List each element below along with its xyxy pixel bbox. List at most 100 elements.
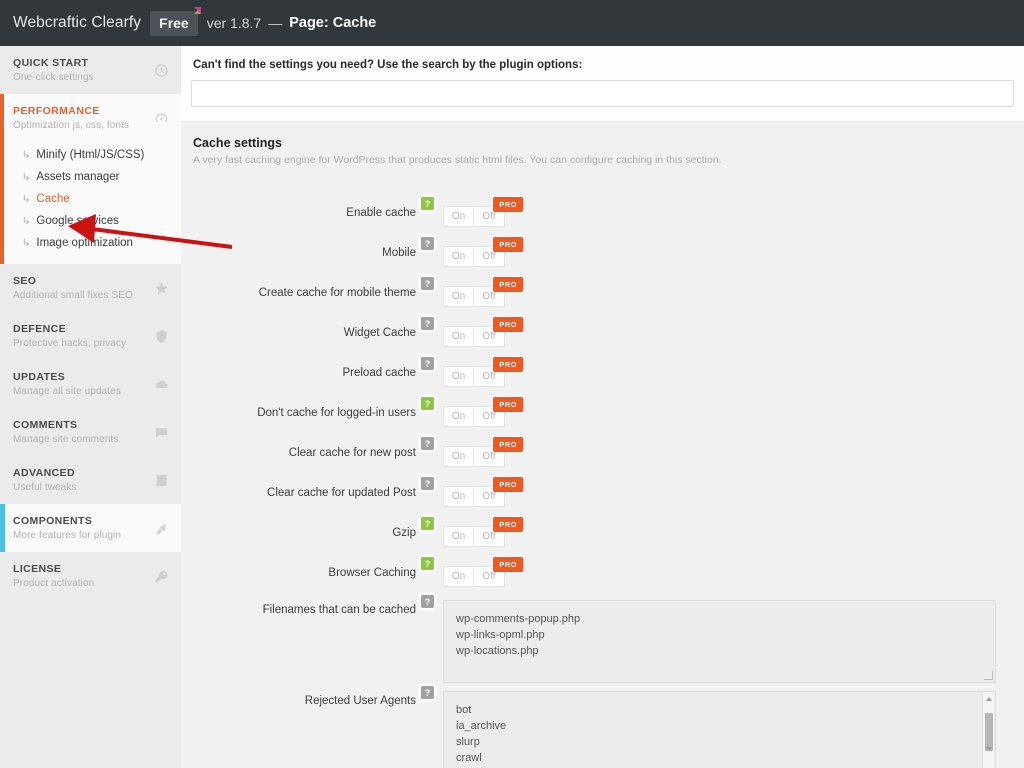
textarea-scrollbar[interactable] <box>982 693 994 768</box>
sidebar-item-subtitle: One-click settings <box>13 72 94 83</box>
setting-control: On Off PRO <box>443 477 523 507</box>
sidebar-item-image-optimization[interactable]: ↳ Image optimization <box>0 232 181 254</box>
scrollbar-thumb[interactable] <box>985 713 993 751</box>
help-icon[interactable]: ? <box>421 197 434 210</box>
pro-badge[interactable]: PRO <box>493 437 523 452</box>
help-icon[interactable]: ? <box>421 397 434 410</box>
help-icon[interactable]: ? <box>421 686 434 699</box>
toggle-on-option[interactable]: On <box>444 287 474 306</box>
setting-label: Rejected User Agents <box>304 695 416 707</box>
sidebar-item-title: QUICK START <box>13 57 89 69</box>
title-separator: — <box>268 15 283 31</box>
submenu-arrow-icon: ↳ <box>21 171 31 183</box>
sidebar-item-advanced[interactable]: ADVANCED Useful tweaks <box>0 456 181 504</box>
sidebar-item-subtitle: Protective hacks, privacy <box>13 338 127 349</box>
sidebar-item-subtitle: Manage site comments <box>13 434 119 445</box>
sidebar-item-defence[interactable]: DEFENCE Protective hacks, privacy <box>0 312 181 360</box>
sidebar-group-updates: UPDATES Manage all site updates <box>0 360 181 408</box>
pro-badge[interactable]: PRO <box>493 557 523 572</box>
pro-badge[interactable]: PRO <box>493 357 523 372</box>
plug-icon <box>153 520 169 536</box>
sidebar-item-components[interactable]: COMPONENTS More features for plugin <box>0 504 181 552</box>
scroll-down-arrow-icon[interactable] <box>986 747 992 751</box>
main-content: Can't find the settings you need? Use th… <box>181 46 1024 768</box>
textarea-line: ia_archive <box>456 720 507 732</box>
help-icon[interactable]: ? <box>421 237 434 250</box>
clock-icon <box>153 62 169 78</box>
list-icon <box>153 472 169 488</box>
pro-badge[interactable]: PRO <box>493 477 523 492</box>
sidebar-item-minify-html-js-css[interactable]: ↳ Minify (Html/JS/CSS) <box>0 144 181 166</box>
toggle-on-option[interactable]: On <box>444 367 474 386</box>
sidebar-item-title: ADVANCED <box>13 467 75 479</box>
toggle-on-option[interactable]: On <box>444 327 474 346</box>
sidebar-item-title: LICENSE <box>13 563 62 575</box>
sidebar-item-updates[interactable]: UPDATES Manage all site updates <box>0 360 181 408</box>
help-icon[interactable]: ? <box>421 517 434 530</box>
resize-handle-icon[interactable] <box>984 671 993 680</box>
sidebar-item-comments[interactable]: COMMENTS Manage site comments <box>0 408 181 456</box>
help-icon[interactable]: ? <box>421 557 434 570</box>
help-icon[interactable]: ? <box>421 595 434 608</box>
setting-row-enable-cache: Enable cache? On Off PRO <box>181 192 1024 232</box>
sidebar-group-advanced: ADVANCED Useful tweaks <box>0 456 181 504</box>
pro-badge[interactable]: PRO <box>493 237 523 252</box>
pro-badge[interactable]: PRO <box>493 197 523 212</box>
search-input[interactable] <box>191 80 1014 107</box>
sidebar-item-label: Minify (Html/JS/CSS) <box>36 149 145 161</box>
brand-title: Webcraftic Clearfy <box>13 14 142 31</box>
sidebar-item-seo[interactable]: SEO Additional small fixes SEO <box>0 264 181 312</box>
setting-row-filenames-that-can-be-cached: Filenames that can be cached? wp-comments… <box>181 592 1024 683</box>
textarea-line: crawl <box>456 752 482 764</box>
textarea-line: wp-links-opml.php <box>456 629 545 641</box>
sidebar-item-title: DEFENCE <box>13 323 66 335</box>
setting-control: On Off PRO <box>443 437 523 467</box>
sidebar-item-subtitle: Product activation <box>13 578 95 589</box>
sidebar-item-google-services[interactable]: ↳ Google services <box>0 210 181 232</box>
section-header: Cache settings A very fast caching engin… <box>181 122 1024 178</box>
sidebar-item-title: COMPONENTS <box>13 515 93 527</box>
section-title: Cache settings <box>193 136 282 150</box>
help-icon[interactable]: ? <box>421 357 434 370</box>
sidebar-item-subtitle: More features for plugin <box>13 530 122 541</box>
toggle-on-option[interactable]: On <box>444 447 474 466</box>
section-description: A very fast caching engine for WordPress… <box>193 154 722 166</box>
sidebar-item-license[interactable]: LICENSE Product activation <box>0 552 181 600</box>
sidebar-item-cache[interactable]: ↳ Cache <box>0 188 181 210</box>
sidebar-item-performance[interactable]: PERFORMANCE Optimization js, css, fonts <box>0 94 181 142</box>
sidebar-item-title: PERFORMANCE <box>13 105 100 117</box>
sidebar-item-quick-start[interactable]: QUICK START One-click settings <box>0 46 181 94</box>
setting-row-preload-cache: Preload cache? On Off PRO <box>181 352 1024 392</box>
pro-badge[interactable]: PRO <box>493 517 523 532</box>
settings-form: Enable cache? On Off PRO Mobile? On Off PRO Crea… <box>181 178 1024 768</box>
setting-row-create-cache-for-mobile-theme: Create cache for mobile theme? On Off PRO <box>181 272 1024 312</box>
help-icon[interactable]: ? <box>421 317 434 330</box>
sidebar-item-title: UPDATES <box>13 371 66 383</box>
textarea-line: slurp <box>456 736 480 748</box>
setting-control: On Off PRO <box>443 197 523 227</box>
sidebar-item-assets-manager[interactable]: ↳ Assets manager <box>0 166 181 188</box>
sidebar-group-quick-start: QUICK START One-click settings <box>0 46 181 94</box>
textarea-filenames-that-can-be-cached[interactable]: wp-comments-popup.php wp-links-opml.php wp… <box>443 600 996 683</box>
sidebar-group-seo: SEO Additional small fixes SEO <box>0 264 181 312</box>
setting-label: Enable cache <box>346 207 416 219</box>
pro-badge[interactable]: PRO <box>493 397 523 412</box>
search-label: Can't find the settings you need? Use th… <box>193 59 583 71</box>
sidebar: QUICK START One-click settings PERFORMANCE… <box>0 46 181 768</box>
textarea-rejected-user-agents[interactable]: botia_archiveslurpcrawlspider <box>443 691 996 768</box>
help-icon[interactable]: ? <box>421 477 434 490</box>
scroll-up-arrow-icon[interactable] <box>986 697 992 701</box>
setting-row-mobile: Mobile? On Off PRO <box>181 232 1024 272</box>
pro-badge[interactable]: PRO <box>493 277 523 292</box>
toggle-on-option[interactable]: On <box>444 527 474 546</box>
toggle-on-option[interactable]: On <box>444 567 474 586</box>
toggle-on-option[interactable]: On <box>444 407 474 426</box>
help-icon[interactable]: ? <box>421 277 434 290</box>
help-icon[interactable]: ? <box>421 437 434 450</box>
pro-badge[interactable]: PRO <box>493 317 523 332</box>
key-icon <box>153 568 169 584</box>
toggle-on-option[interactable]: On <box>444 487 474 506</box>
textarea-line: wp-comments-popup.php <box>456 613 581 625</box>
toggle-on-option[interactable]: On <box>444 247 474 266</box>
toggle-on-option[interactable]: On <box>444 207 474 226</box>
